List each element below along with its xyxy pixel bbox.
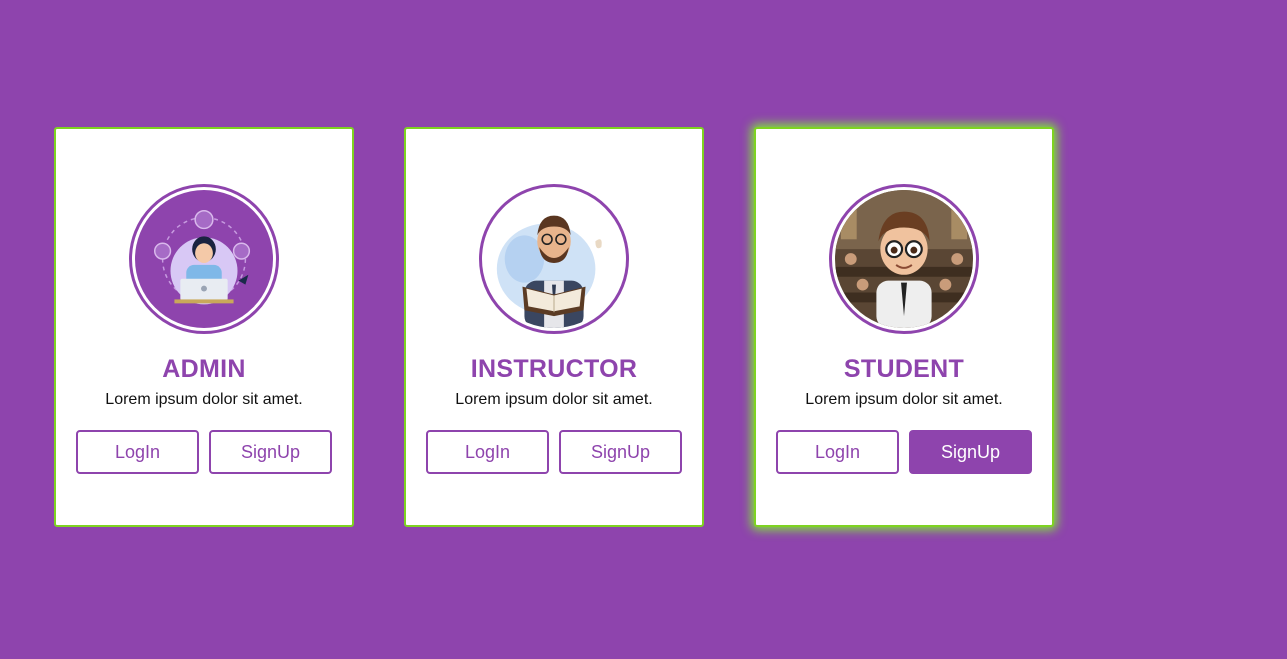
admin-title: ADMIN xyxy=(162,355,246,383)
student-login-button[interactable]: LogIn xyxy=(776,430,899,474)
student-description: Lorem ipsum dolor sit amet. xyxy=(805,391,1003,408)
student-avatar xyxy=(829,184,979,334)
admin-avatar xyxy=(129,184,279,334)
admin-login-button[interactable]: LogIn xyxy=(76,430,199,474)
admin-support-avatar-icon xyxy=(135,190,273,328)
instructor-description: Lorem ipsum dolor sit amet. xyxy=(455,391,653,408)
page: ADMIN Lorem ipsum dolor sit amet. LogIn … xyxy=(0,0,1287,659)
instructor-avatar xyxy=(479,184,629,334)
admin-actions: LogIn SignUp xyxy=(76,430,332,474)
student-actions: LogIn SignUp xyxy=(776,430,1032,474)
student-card: STUDENT Lorem ipsum dolor sit amet. LogI… xyxy=(754,127,1054,527)
admin-signup-button[interactable]: SignUp xyxy=(209,430,332,474)
admin-card: ADMIN Lorem ipsum dolor sit amet. LogIn … xyxy=(54,127,354,527)
student-title: STUDENT xyxy=(843,355,965,383)
student-signup-button[interactable]: SignUp xyxy=(909,430,1032,474)
student-avatar-icon xyxy=(835,190,973,328)
instructor-avatar-icon xyxy=(485,190,623,328)
instructor-actions: LogIn SignUp xyxy=(426,430,682,474)
instructor-title: INSTRUCTOR xyxy=(470,355,638,383)
instructor-card: INSTRUCTOR Lorem ipsum dolor sit amet. L… xyxy=(404,127,704,527)
admin-description: Lorem ipsum dolor sit amet. xyxy=(105,391,303,408)
instructor-signup-button[interactable]: SignUp xyxy=(559,430,682,474)
instructor-login-button[interactable]: LogIn xyxy=(426,430,549,474)
